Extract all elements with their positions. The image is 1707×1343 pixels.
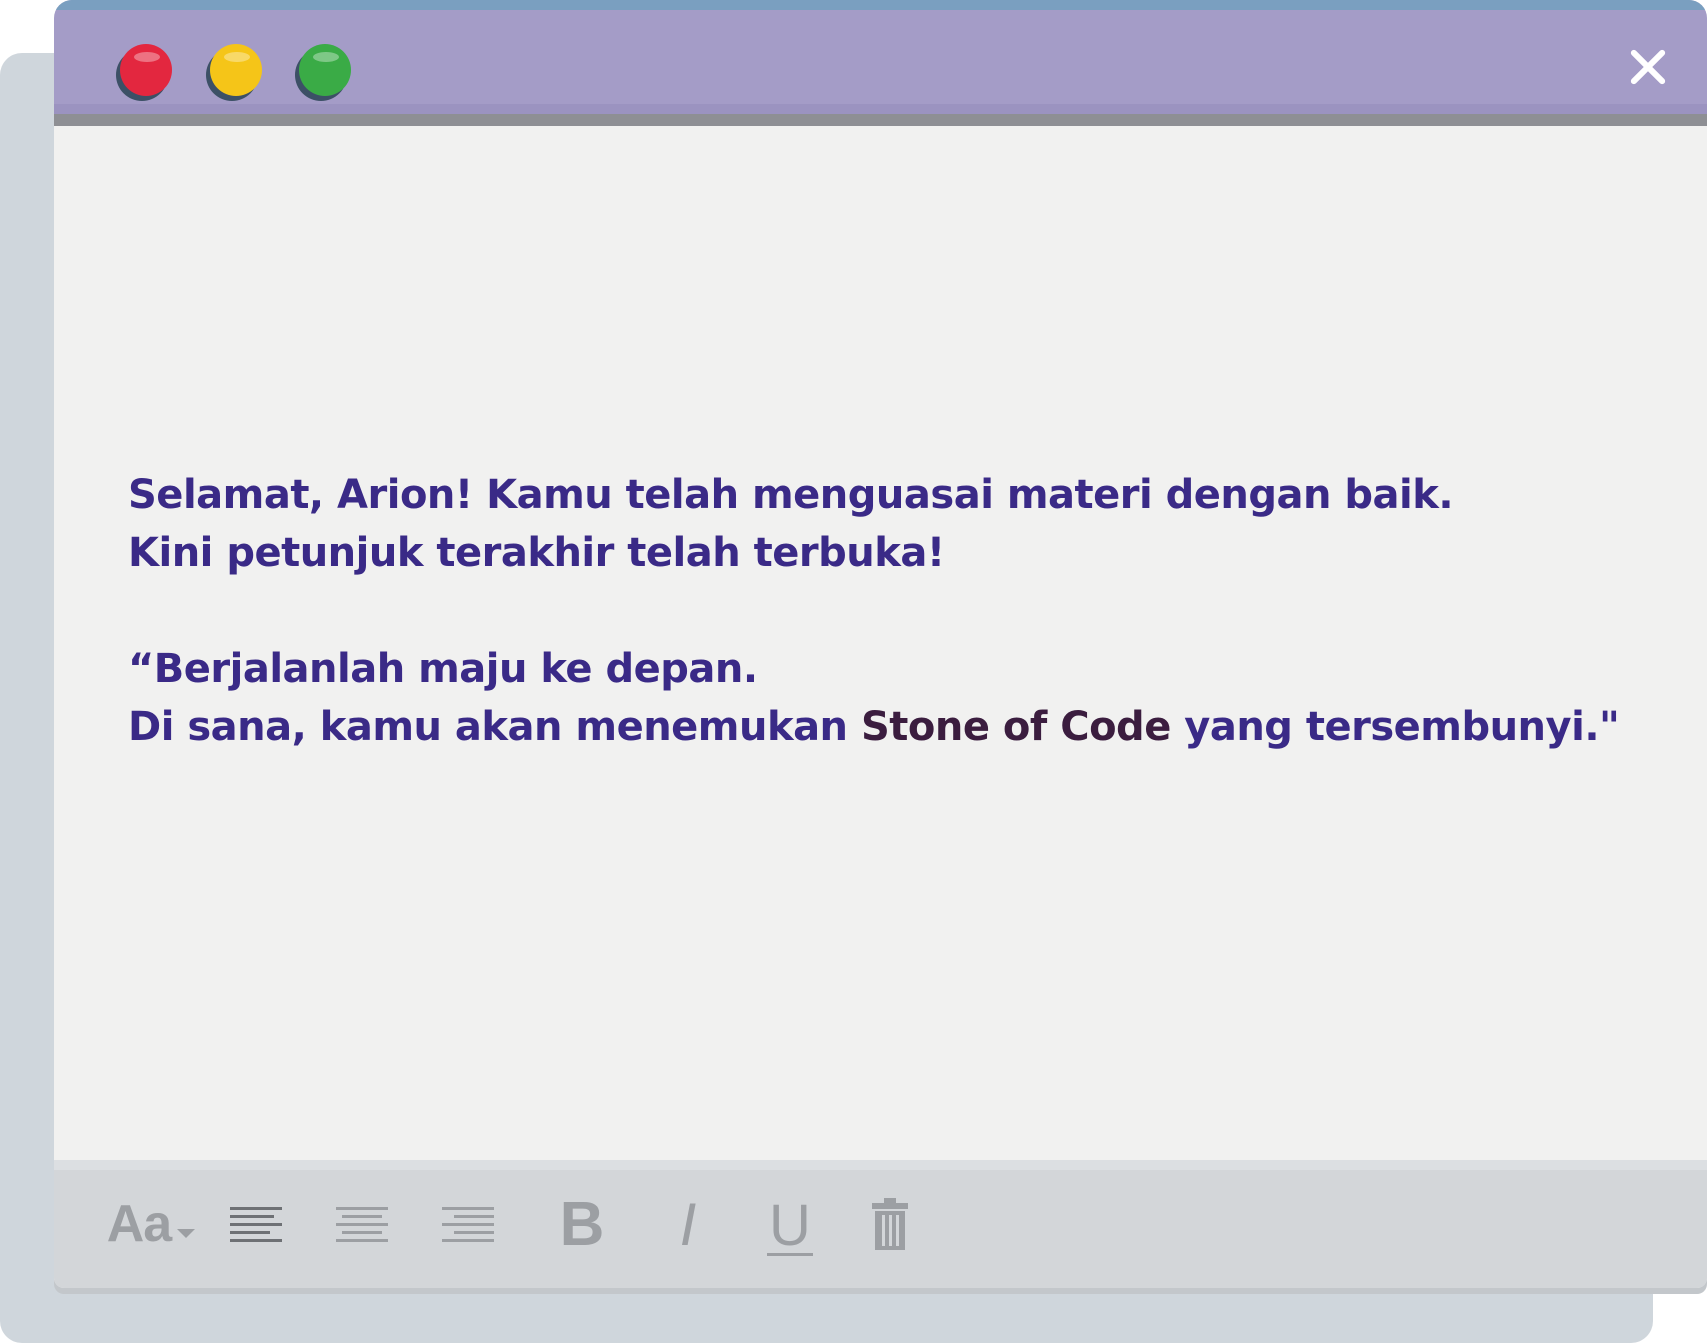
window-close-dot[interactable]: [120, 44, 172, 96]
message-body: Selamat, Arion! Kamu telah menguasai mat…: [128, 466, 1688, 756]
title-bar-edge: [54, 104, 1707, 114]
underline-label: U: [769, 1193, 811, 1258]
align-center-icon[interactable]: [336, 1192, 388, 1256]
message-line-3: “Berjalanlah maju ke depan.: [128, 646, 758, 692]
message-line-4: Di sana, kamu akan menemukan Stone of Co…: [128, 698, 1688, 756]
title-bar-border: [54, 114, 1707, 126]
window-maximize-dot[interactable]: [299, 44, 351, 96]
font-size-dropdown[interactable]: Aa: [96, 1192, 206, 1256]
close-icon[interactable]: [1627, 46, 1669, 88]
trash-icon[interactable]: [868, 1192, 912, 1256]
italic-button[interactable]: I: [658, 1191, 718, 1258]
underline-button[interactable]: U: [760, 1192, 820, 1258]
editor-window: Selamat, Arion! Kamu telah menguasai mat…: [54, 0, 1707, 1288]
align-left-icon[interactable]: [230, 1192, 282, 1256]
message-line-4-end: yang tersembunyi.": [1170, 704, 1620, 750]
formatting-toolbar: Aa B I U: [54, 1160, 1707, 1288]
align-right-icon[interactable]: [442, 1192, 494, 1256]
message-line-2: Kini petunjuk terakhir telah terbuka!: [128, 530, 945, 576]
message-line-1: Selamat, Arion! Kamu telah menguasai mat…: [128, 472, 1454, 518]
stone-of-code-highlight: Stone of Code: [860, 704, 1171, 750]
chevron-down-icon: [177, 1228, 196, 1238]
window-minimize-dot[interactable]: [210, 44, 262, 96]
bold-button[interactable]: B: [552, 1190, 612, 1259]
message-line-4-start: Di sana, kamu akan menemukan: [128, 704, 861, 750]
underline-bar: [767, 1253, 813, 1256]
font-label: Aa: [106, 1195, 172, 1253]
